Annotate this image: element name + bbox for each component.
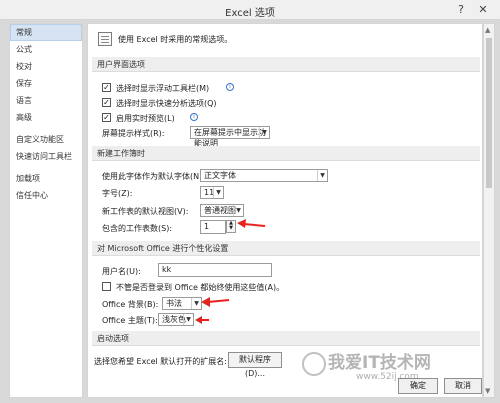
default-view-select[interactable]: 普通视图 ▼ xyxy=(200,204,244,217)
globe-icon xyxy=(302,352,326,376)
office-theme-label: Office 主题(T): xyxy=(102,316,158,325)
nav-item-general[interactable]: 常规 xyxy=(10,24,82,41)
red-arrow-annotation xyxy=(195,316,209,324)
chevron-down-icon: ▼ xyxy=(233,205,243,216)
screentip-select[interactable]: 在屏幕提示中显示功能说明 ▼ xyxy=(190,126,270,148)
page-intro: 使用 Excel 时采用的常规选项。 xyxy=(118,35,233,44)
options-icon xyxy=(98,32,112,46)
chevron-down-icon: ▼ xyxy=(213,187,223,198)
info-icon: i xyxy=(190,113,198,121)
sheet-count-stepper[interactable]: ▲ ▼ xyxy=(226,220,236,233)
screentip-value: 在屏幕提示中显示功能说明 xyxy=(194,128,266,148)
watermark: 我爱IT技术网 www.52ij.com xyxy=(298,342,494,398)
sheet-count-label: 包含的工作表数(S): xyxy=(102,224,173,233)
sheet-count-input[interactable]: 1 xyxy=(200,220,226,234)
font-size-label: 字号(Z): xyxy=(102,189,133,198)
nav-item-save[interactable]: 保存 xyxy=(10,75,82,92)
nav-item-trust-center[interactable]: 信任中心 xyxy=(10,187,82,204)
default-font-select[interactable]: 正文字体 ▼ xyxy=(200,169,328,182)
nav-item-customize-ribbon[interactable]: 自定义功能区 xyxy=(10,131,82,148)
quick-analysis-checkbox[interactable]: ✓ xyxy=(102,98,111,107)
scrollbar-thumb[interactable] xyxy=(486,38,492,188)
title-bar: Excel 选项 ? ✕ xyxy=(0,0,500,20)
default-extensions-label: 选择您希望 Excel 默认打开的扩展名: xyxy=(94,357,227,366)
office-background-select[interactable]: 书法 ▼ xyxy=(162,297,202,310)
scroll-up-icon[interactable]: ▲ xyxy=(485,26,490,34)
default-view-label: 新工作表的默认视图(V): xyxy=(102,207,189,216)
section-personalize: 对 Microsoft Office 进行个性化设置 xyxy=(92,241,480,256)
mini-toolbar-checkbox[interactable]: ✓ xyxy=(102,83,111,92)
always-use-checkbox[interactable] xyxy=(102,282,111,291)
office-background-value: 书法 xyxy=(166,299,182,308)
nav-item-quick-access-toolbar[interactable]: 快速访问工具栏 xyxy=(10,148,82,165)
font-size-select[interactable]: 11 ▼ xyxy=(200,186,224,199)
section-ui-options: 用户界面选项 xyxy=(92,57,480,72)
section-new-workbook: 新建工作簿时 xyxy=(92,146,480,161)
red-arrow-annotation xyxy=(201,297,230,307)
chevron-down-icon: ▼ xyxy=(317,170,327,181)
live-preview-label: 启用实时预览(L) xyxy=(116,114,175,123)
office-theme-select[interactable]: 浅灰色 ▼ xyxy=(158,313,194,326)
default-font-value: 正文字体 xyxy=(204,171,236,180)
office-background-label: Office 背景(B): xyxy=(102,300,159,309)
info-icon: i xyxy=(226,83,234,91)
default-view-value: 普通视图 xyxy=(204,206,236,215)
screentip-label: 屏幕提示样式(R): xyxy=(102,129,165,138)
chevron-down-icon: ▼ xyxy=(183,314,193,325)
help-icon[interactable]: ? xyxy=(452,1,470,18)
nav-item-language[interactable]: 语言 xyxy=(10,92,82,109)
default-programs-button[interactable]: 默认程序(D)... xyxy=(228,352,282,378)
default-font-label: 使用此字体作为默认字体(N): xyxy=(102,172,205,181)
quick-analysis-label: 选择时显示快速分析选项(Q) xyxy=(116,99,217,108)
watermark-url: www.52ij.com xyxy=(356,372,419,382)
nav-item-add-ins[interactable]: 加载项 xyxy=(10,170,82,187)
always-use-label: 不管是否登录到 Office 都始终使用这些值(A)。 xyxy=(116,283,285,292)
live-preview-checkbox[interactable]: ✓ xyxy=(102,113,111,122)
username-label: 用户名(U): xyxy=(102,267,141,276)
close-icon[interactable]: ✕ xyxy=(474,1,492,18)
username-input[interactable]: kk xyxy=(158,263,272,277)
nav-item-proofing[interactable]: 校对 xyxy=(10,58,82,75)
mini-toolbar-label: 选择时显示浮动工具栏(M) xyxy=(116,84,210,93)
watermark-text: 我爱IT技术网 xyxy=(328,353,431,373)
nav-item-formulas[interactable]: 公式 xyxy=(10,41,82,58)
red-arrow-annotation xyxy=(237,219,266,228)
options-nav: 常规 公式 校对 保存 语言 高级 自定义功能区 快速访问工具栏 加载项 信任中… xyxy=(9,23,83,398)
chevron-down-icon: ▼ xyxy=(259,127,269,138)
nav-item-advanced[interactable]: 高级 xyxy=(10,109,82,126)
window-title: Excel 选项 xyxy=(225,8,275,19)
